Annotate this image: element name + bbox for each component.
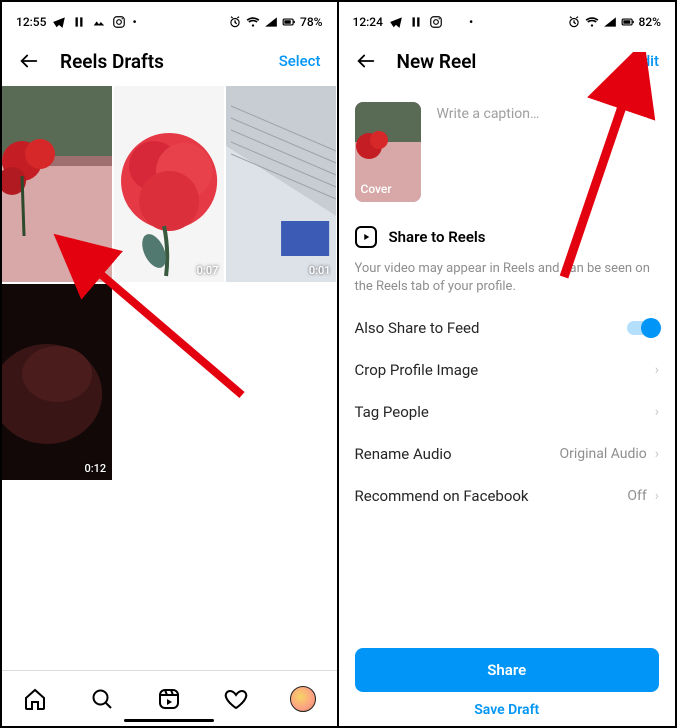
draft-thumb[interactable]: 0:07 xyxy=(114,86,224,282)
row-crop-profile[interactable]: Crop Profile Image › xyxy=(339,349,676,391)
bottom-actions: Share Save Draft xyxy=(339,648,676,718)
row-rename-audio[interactable]: Rename Audio Original Audio › xyxy=(339,433,676,475)
signal-icon xyxy=(264,15,278,29)
reels-icon xyxy=(157,687,181,711)
back-icon[interactable] xyxy=(18,50,40,72)
toggle-on[interactable] xyxy=(627,321,659,335)
thumbnail-image xyxy=(226,86,336,282)
caption-input[interactable]: Write a caption… xyxy=(437,102,660,202)
row-value: Original Audio xyxy=(559,446,646,462)
row-label: Rename Audio xyxy=(355,445,452,463)
moon-icon xyxy=(449,15,463,29)
pause-icon xyxy=(72,15,86,29)
row-label: Tag People xyxy=(355,403,429,421)
wifi-icon xyxy=(585,15,599,29)
battery-icon xyxy=(621,15,635,29)
share-button[interactable]: Share xyxy=(355,648,660,692)
status-right: 78% xyxy=(228,15,322,29)
status-right: 82% xyxy=(567,15,661,29)
thumbnail-image xyxy=(2,284,112,480)
screen-new-reel: 12:24 • 82% New Reel Edit Cov xyxy=(339,2,676,726)
avatar-icon xyxy=(290,686,316,712)
gesture-bar xyxy=(124,719,214,722)
thumbnail-image xyxy=(114,86,224,282)
select-button[interactable]: Select xyxy=(279,52,321,70)
draft-duration: 0:01 xyxy=(309,264,331,277)
drafts-grid: 0:07 0:01 0:12 xyxy=(2,86,337,480)
status-dot: • xyxy=(469,15,473,29)
chevron-right-icon: › xyxy=(655,446,659,462)
alarm-icon xyxy=(228,15,242,29)
signal-icon xyxy=(603,15,617,29)
row-tag-people[interactable]: Tag People › xyxy=(339,391,676,433)
status-time: 12:55 xyxy=(16,15,46,29)
cover-row: Cover Write a caption… xyxy=(339,86,676,218)
share-subtext: Your video may appear in Reels and can b… xyxy=(339,256,676,307)
nav-activity[interactable] xyxy=(223,686,249,712)
nav-reels[interactable] xyxy=(156,686,182,712)
row-label: Recommend on Facebook xyxy=(355,487,529,505)
alarm-icon xyxy=(567,15,581,29)
row-recommend-fb[interactable]: Recommend on Facebook Off › xyxy=(339,475,676,517)
pause-icon xyxy=(409,15,423,29)
chevron-right-icon: › xyxy=(655,488,659,504)
row-label: Crop Profile Image xyxy=(355,361,479,379)
draft-thumb[interactable]: 0:01 xyxy=(226,86,336,282)
row-also-share-feed[interactable]: Also Share to Feed xyxy=(339,307,676,349)
chevron-right-icon: › xyxy=(655,404,659,420)
nav-profile[interactable] xyxy=(290,686,316,712)
page-title: Reels Drafts xyxy=(60,50,279,73)
search-icon xyxy=(90,687,114,711)
edit-button[interactable]: Edit xyxy=(633,52,659,70)
nav-home[interactable] xyxy=(22,686,48,712)
status-bar: 12:24 • 82% xyxy=(339,2,676,36)
app-bar: New Reel Edit xyxy=(339,36,676,86)
row-label: Also Share to Feed xyxy=(355,319,480,337)
instagram-icon xyxy=(429,15,443,29)
nav-search[interactable] xyxy=(89,686,115,712)
status-left: 12:55 • xyxy=(16,15,137,29)
wifi-icon xyxy=(246,15,260,29)
chevron-right-icon: › xyxy=(655,362,659,378)
bottom-nav xyxy=(2,670,337,726)
status-battery: 78% xyxy=(300,15,322,29)
draft-thumb[interactable] xyxy=(2,86,112,282)
draft-thumb[interactable]: 0:12 xyxy=(2,284,112,480)
telegram-icon xyxy=(52,15,66,29)
share-to-reels-label: Share to Reels xyxy=(389,228,486,246)
home-icon xyxy=(23,687,47,711)
telegram-icon xyxy=(389,15,403,29)
draft-duration: 0:07 xyxy=(197,264,219,277)
status-time: 12:24 xyxy=(353,15,383,29)
row-value: Off xyxy=(627,488,646,504)
save-draft-button[interactable]: Save Draft xyxy=(355,702,660,718)
instagram-icon xyxy=(112,15,126,29)
status-battery: 82% xyxy=(639,15,661,29)
status-dot: • xyxy=(132,15,136,29)
reels-icon xyxy=(355,226,377,248)
cover-label: Cover xyxy=(361,182,392,196)
landscape-icon xyxy=(92,15,106,29)
draft-duration: 0:12 xyxy=(85,462,107,475)
status-bar: 12:55 • 78% xyxy=(2,2,337,36)
app-bar: Reels Drafts Select xyxy=(2,36,337,86)
back-icon[interactable] xyxy=(355,50,377,72)
heart-icon xyxy=(224,687,248,711)
battery-icon xyxy=(282,15,296,29)
status-left: 12:24 • xyxy=(353,15,474,29)
cover-thumbnail[interactable]: Cover xyxy=(355,102,421,202)
screen-reels-drafts: 12:55 • 78% Reels Drafts Select xyxy=(2,2,339,726)
thumbnail-image xyxy=(2,86,112,282)
page-title: New Reel xyxy=(397,50,634,73)
share-to-reels-header: Share to Reels xyxy=(339,218,676,256)
